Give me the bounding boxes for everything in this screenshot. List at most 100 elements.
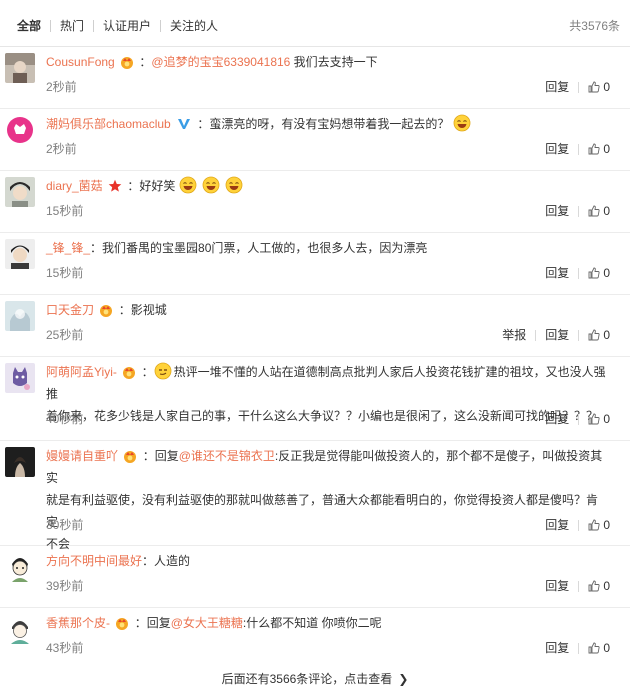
username-link[interactable]: 嫚嫚请自重吖 (46, 449, 118, 463)
reply-button[interactable]: 回复 (536, 579, 578, 593)
comment-actions: 回复 0 (536, 412, 610, 426)
like-count: 0 (603, 142, 610, 156)
reply-button[interactable]: 回复 (536, 142, 578, 156)
like-button[interactable]: 0 (579, 579, 610, 593)
username-link[interactable]: diary_菌菇 (46, 179, 103, 193)
like-button[interactable]: 0 (579, 412, 610, 426)
reply-button[interactable]: 回复 (536, 266, 578, 280)
comment-body: 阿萌阿孟Yiyi- ：热评一堆不懂的人站在道德制高点批判人家后人投资花钱扩建的祖… (46, 361, 606, 427)
username-link[interactable]: 潮妈俱乐部chaomaclub (46, 117, 171, 131)
thumbs-up-icon (588, 329, 600, 341)
like-count: 0 (603, 266, 610, 280)
comment-actions: 回复 0 (536, 266, 610, 280)
comment-actions: 举报 回复 0 (493, 328, 610, 342)
separator: ： (118, 303, 131, 317)
thumbs-up-icon (588, 205, 600, 217)
comment-actions: 回复 0 (536, 204, 610, 218)
comment-text: 好好笑 (139, 179, 176, 193)
crown-badge-icon (121, 57, 134, 69)
comment-item: 潮妈俱乐部chaomaclub ：蛮漂亮的呀，有没有宝妈想带着我一起去的？ 2秒… (0, 109, 630, 171)
laugh-emoji-icon (179, 176, 197, 194)
reply-button[interactable]: 回复 (536, 641, 578, 655)
comment-time: 40秒前 (46, 412, 84, 426)
mention-link[interactable]: @女大王糖糖 (171, 616, 243, 630)
star-badge-icon (108, 179, 122, 192)
laugh-emoji-icon (453, 114, 471, 132)
comment-item: 方向不明中间最好：人造的 39秒前 回复 0 (0, 546, 630, 608)
thumbs-up-icon (588, 81, 600, 93)
separator: ： (90, 241, 103, 255)
comment-actions: 回复 0 (536, 142, 610, 156)
username-link[interactable]: 阿萌阿孟Yiyi- (46, 365, 117, 379)
avatar[interactable] (5, 363, 35, 393)
comment-body: 口天金刀 ：影视城 (46, 299, 606, 321)
like-button[interactable]: 0 (579, 204, 610, 218)
report-button[interactable]: 举报 (493, 328, 535, 342)
username-link[interactable]: 口天金刀 (46, 303, 94, 317)
mention-link[interactable]: @谁还不是锦衣卫 (179, 449, 275, 463)
comment-time: 15秒前 (46, 266, 84, 280)
comment-body: 香蕉那个皮- ：回复@女大王糖糖:什么都不知道 你喷你二呢 (46, 612, 606, 634)
separator: ： (139, 55, 152, 69)
comment-time: 2秒前 (46, 142, 77, 156)
comment-list: CousunFong ：@追梦的宝宝6339041816 我们去支持一下 2秒前… (0, 47, 630, 670)
tab-verified[interactable]: 认证用户 (94, 19, 160, 33)
username-link[interactable]: 香蕉那个皮- (46, 616, 110, 630)
comment-time: 39秒前 (46, 579, 84, 593)
avatar[interactable] (5, 177, 35, 207)
like-button[interactable]: 0 (579, 142, 610, 156)
crown-badge-icon (116, 618, 129, 630)
username-link[interactable]: _锋_锋_ (46, 241, 90, 255)
reply-button[interactable]: 回复 (536, 80, 578, 94)
like-count: 0 (603, 328, 610, 342)
comment-item: 阿萌阿孟Yiyi- ：热评一堆不懂的人站在道德制高点批判人家后人投资花钱扩建的祖… (0, 357, 630, 441)
like-button[interactable]: 0 (579, 328, 610, 342)
reply-button[interactable]: 回复 (536, 518, 578, 532)
comment-item: 香蕉那个皮- ：回复@女大王糖糖:什么都不知道 你喷你二呢 43秒前 回复 0 (0, 608, 630, 670)
comment-time: 43秒前 (46, 641, 84, 655)
laugh-emoji-icon (202, 176, 220, 194)
comment-item: diary_菌菇 ：好好笑 15秒前 回复 0 (0, 171, 630, 233)
crown-badge-icon (124, 451, 137, 463)
comment-text: 我们番禺的宝墨园80门票，人工做的，也很多人去，因为漂亮 (102, 241, 428, 255)
avatar[interactable] (5, 552, 35, 582)
comment-time: 25秒前 (46, 328, 84, 342)
reply-button[interactable]: 回复 (536, 412, 578, 426)
reply-prefix: 回复 (146, 616, 171, 630)
thumbs-up-icon (588, 642, 600, 654)
like-button[interactable]: 0 (579, 266, 610, 280)
separator: ： (141, 365, 154, 379)
like-count: 0 (603, 641, 610, 655)
reply-button[interactable]: 回复 (536, 328, 578, 342)
like-count: 0 (603, 518, 610, 532)
chevron-right-icon: ❯ (398, 672, 409, 686)
like-button[interactable]: 0 (579, 641, 610, 655)
avatar[interactable] (5, 115, 35, 145)
thumbs-up-icon (588, 143, 600, 155)
avatar[interactable] (5, 447, 35, 477)
load-more-text: 后面还有3566条评论，点击查看 (221, 672, 393, 686)
username-link[interactable]: 方向不明中间最好 (46, 554, 142, 568)
reply-button[interactable]: 回复 (536, 204, 578, 218)
tab-all[interactable]: 全部 (8, 19, 50, 33)
comment-time: 2秒前 (46, 80, 77, 94)
comment-item: 嫚嫚请自重吖 ：回复@谁还不是锦衣卫:反正我是觉得能叫做投资人的，那个都不是傻子… (0, 441, 630, 551)
thumbs-up-icon (588, 267, 600, 279)
avatar[interactable] (5, 239, 35, 269)
comment-text: 我们去支持一下 (290, 55, 378, 69)
separator: ： (134, 616, 147, 630)
crown-badge-icon (123, 367, 136, 379)
tab-following[interactable]: 关注的人 (161, 19, 227, 33)
comment-total: 共3576条 (569, 19, 620, 33)
load-more-link[interactable]: 后面还有3566条评论，点击查看 ❯ (0, 666, 630, 692)
comment-text: :什么都不知道 你喷你二呢 (242, 616, 382, 630)
avatar[interactable] (5, 53, 35, 83)
crown-badge-icon (100, 305, 113, 317)
avatar[interactable] (5, 614, 35, 644)
tab-hot[interactable]: 热门 (51, 19, 93, 33)
mention-link[interactable]: @追梦的宝宝6339041816 (151, 55, 290, 69)
like-button[interactable]: 0 (579, 518, 610, 532)
username-link[interactable]: CousunFong (46, 55, 115, 69)
like-button[interactable]: 0 (579, 80, 610, 94)
avatar[interactable] (5, 301, 35, 331)
